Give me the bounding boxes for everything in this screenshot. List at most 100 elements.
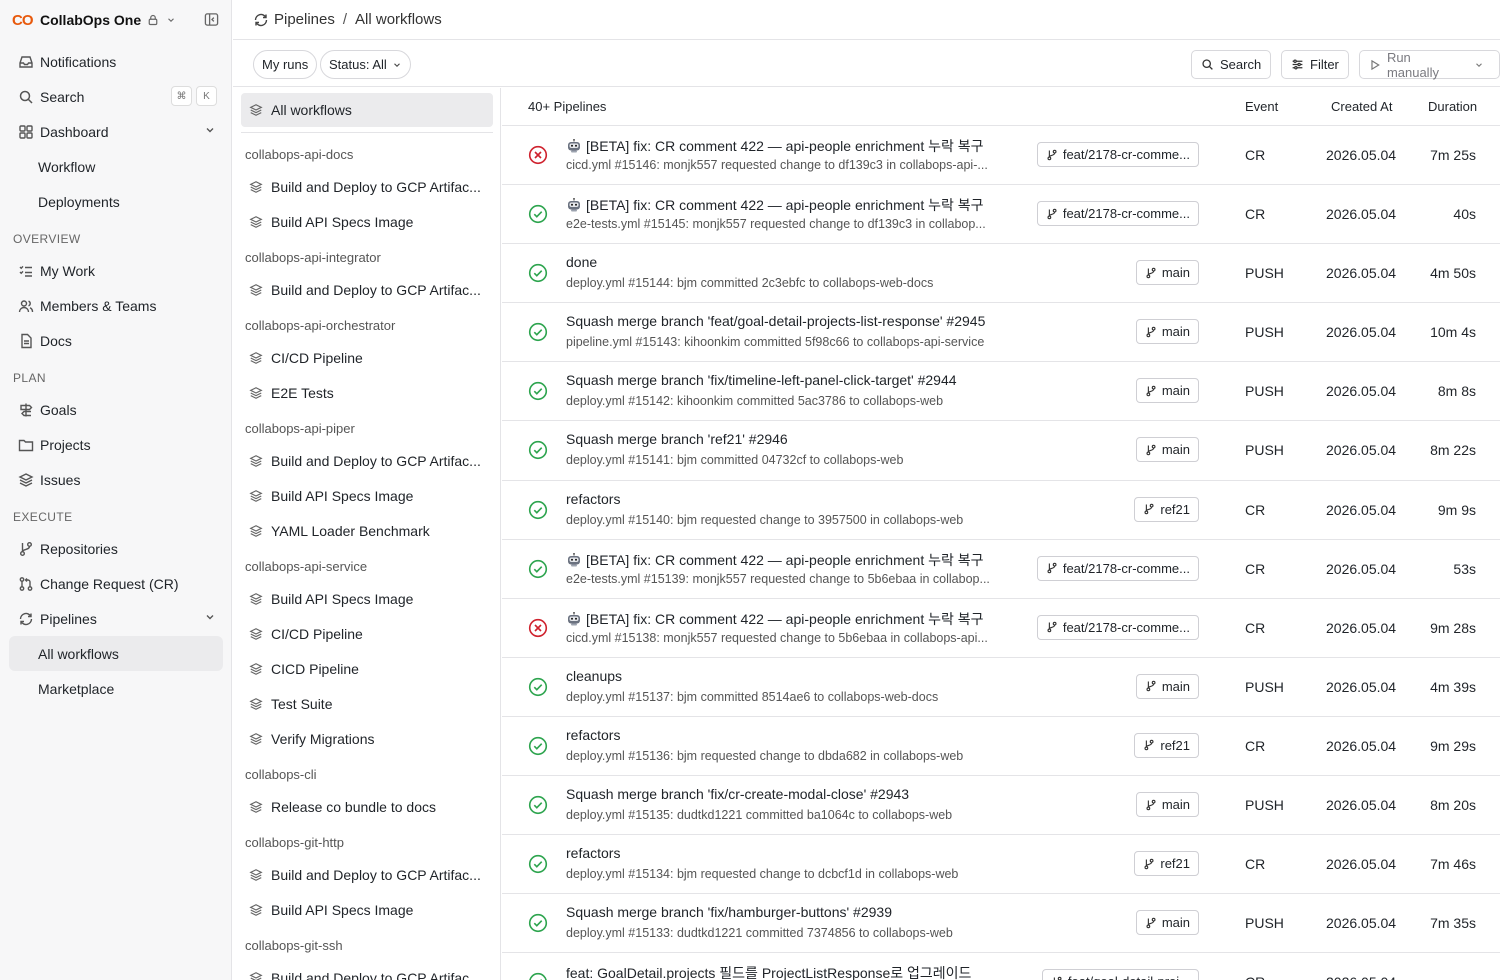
sidebar-collapse-icon[interactable]	[204, 12, 219, 27]
pipeline-title[interactable]: [BETA] fix: CR comment 422 — api-people …	[566, 195, 984, 215]
workflow-item-label: Verify Migrations	[271, 730, 375, 747]
sidebar-item-projects[interactable]: Projects	[0, 427, 232, 462]
sidebar-item-all-workflows[interactable]: All workflows	[9, 636, 223, 671]
search-button[interactable]: Search	[1191, 50, 1272, 79]
workflow-item[interactable]: Release co bundle to docs	[233, 789, 500, 824]
branch-badge[interactable]: main	[1135, 673, 1199, 699]
pipeline-title[interactable]: [BETA] fix: CR comment 422 — api-people …	[566, 550, 984, 570]
success-check-icon	[528, 323, 548, 342]
pipeline-title[interactable]: Squash merge branch 'fix/timeline-left-p…	[566, 372, 957, 388]
column-header-created-at[interactable]: Created At	[1331, 99, 1392, 114]
column-header-event[interactable]: Event	[1245, 99, 1278, 114]
workflow-item[interactable]: CICD Pipeline	[233, 651, 500, 686]
table-row[interactable]: feat: GoalDetail.projects 필드를 ProjectLis…	[502, 953, 1500, 980]
workflow-item[interactable]: Verify Migrations	[233, 721, 500, 756]
workflow-item[interactable]: Build and Deploy to GCP Artifac...	[233, 169, 500, 204]
sidebar-item-change-request[interactable]: Change Request (CR)	[0, 566, 232, 601]
pipeline-title[interactable]: cleanups	[566, 668, 622, 684]
table-row[interactable]: Squash merge branch 'fix/hamburger-butto…	[502, 894, 1500, 954]
branch-badge[interactable]: main	[1135, 910, 1199, 936]
sidebar-item-deployments[interactable]: Deployments	[0, 184, 232, 219]
workflow-item[interactable]: Test Suite	[233, 686, 500, 721]
workflow-item[interactable]: Build and Deploy to GCP Artifac...	[233, 443, 500, 478]
pipeline-title[interactable]: [BETA] fix: CR comment 422 — api-people …	[566, 609, 984, 629]
branch-badge[interactable]: ref21	[1134, 851, 1199, 877]
table-row[interactable]: Squash merge branch 'fix/timeline-left-p…	[502, 362, 1500, 422]
pipeline-subtitle: deploy.yml #15144: bjm committed 2c3ebfc…	[566, 276, 934, 291]
filter-button[interactable]: Filter	[1281, 50, 1349, 79]
status-filter-dropdown[interactable]: Status: All	[320, 50, 411, 79]
branch-badge[interactable]: main	[1135, 319, 1199, 345]
table-row[interactable]: cleanups deploy.yml #15137: bjm committed…	[502, 658, 1500, 717]
workflow-item[interactable]: Build and Deploy to GCP Artifac...	[233, 272, 500, 307]
workflow-item-label: YAML Loader Benchmark	[271, 522, 430, 539]
workspace-switcher[interactable]: CO CollabOps One	[0, 0, 232, 40]
sidebar-item-pipelines[interactable]: Pipelines	[0, 601, 232, 636]
layers-icon	[249, 697, 263, 710]
branch-badge[interactable]: main	[1135, 378, 1199, 404]
column-header-duration[interactable]: Duration	[1428, 99, 1477, 114]
workflow-item[interactable]: Build API Specs Image	[233, 892, 500, 927]
table-row[interactable]: [BETA] fix: CR comment 422 — api-people …	[502, 126, 1500, 186]
workflow-item[interactable]: Build and Deploy to GCP Artifac...	[233, 857, 500, 892]
branch-badge[interactable]: feat/2178-cr-comme...	[1036, 142, 1199, 167]
workflow-item[interactable]: E2E Tests	[233, 375, 500, 410]
table-row[interactable]: refactors deploy.yml #15136: bjm requeste…	[502, 717, 1500, 777]
table-row[interactable]: Squash merge branch 'feat/goal-detail-pr…	[502, 303, 1500, 363]
table-row[interactable]: [BETA] fix: CR comment 422 — api-people …	[502, 599, 1500, 658]
workflow-item[interactable]: Build API Specs Image	[233, 581, 500, 616]
table-row[interactable]: [BETA] fix: CR comment 422 — api-people …	[502, 185, 1500, 245]
workflow-item-all[interactable]: All workflows	[241, 93, 493, 127]
duration-cell: 10m 4s	[1430, 324, 1476, 341]
pipeline-title[interactable]: refactors	[566, 727, 620, 743]
table-row[interactable]: Squash merge branch 'ref21' #2946 deploy.…	[502, 421, 1500, 481]
table-row[interactable]: refactors deploy.yml #15140: bjm requeste…	[502, 481, 1500, 540]
table-row[interactable]: Squash merge branch 'fix/cr-create-modal…	[502, 776, 1500, 836]
branch-badge[interactable]: ref21	[1134, 732, 1199, 758]
sidebar-item-my-work[interactable]: My Work	[0, 253, 232, 288]
pipeline-title[interactable]: refactors	[566, 491, 620, 507]
branch-badge[interactable]: feat/goal-detail-proj...	[1041, 969, 1199, 980]
branch-name: main	[1161, 383, 1190, 399]
breadcrumb-pipelines[interactable]: Pipelines	[274, 11, 335, 28]
table-row[interactable]: [BETA] fix: CR comment 422 — api-people …	[502, 540, 1500, 599]
pipeline-title[interactable]: Squash merge branch 'fix/hamburger-butto…	[566, 904, 892, 920]
sidebar-item-marketplace[interactable]: Marketplace	[0, 671, 232, 706]
branch-badge[interactable]: ref21	[1134, 496, 1199, 522]
table-row[interactable]: refactors deploy.yml #15134: bjm requeste…	[502, 835, 1500, 895]
pipeline-title[interactable]: Squash merge branch 'fix/cr-create-modal…	[566, 786, 909, 802]
pipeline-title[interactable]: refactors	[566, 845, 620, 861]
run-manually-button[interactable]: Run manually	[1359, 50, 1500, 80]
workflow-item[interactable]: Build and Deploy to GCP Artifac...	[233, 960, 500, 980]
pipeline-title[interactable]: Squash merge branch 'ref21' #2946	[566, 431, 788, 447]
workflow-item[interactable]: CI/CD Pipeline	[233, 616, 500, 651]
pipeline-title[interactable]: [BETA] fix: CR comment 422 — api-people …	[566, 136, 984, 156]
sidebar-item-issues[interactable]: Issues	[0, 462, 232, 497]
sidebar-item-search[interactable]: Search ⌘ K	[0, 79, 232, 114]
branch-badge[interactable]: main	[1135, 260, 1199, 286]
sidebar-item-docs[interactable]: Docs	[0, 323, 232, 358]
pipeline-title[interactable]: feat: GoalDetail.projects 필드를 ProjectLis…	[566, 963, 971, 980]
sidebar-item-repositories[interactable]: Repositories	[0, 531, 232, 566]
branch-badge[interactable]: feat/2178-cr-comme...	[1036, 614, 1199, 640]
sidebar-item-workflow[interactable]: Workflow	[0, 149, 232, 184]
table-row[interactable]: done deploy.yml #15144: bjm committed 2c3…	[502, 244, 1500, 304]
pipeline-title[interactable]: Squash merge branch 'feat/goal-detail-pr…	[566, 313, 985, 329]
layers-icon	[249, 454, 263, 467]
sidebar-item-goals[interactable]: Goals	[0, 392, 232, 427]
workflow-item[interactable]: YAML Loader Benchmark	[233, 513, 500, 548]
success-check-icon	[528, 677, 548, 696]
branch-badge[interactable]: feat/2178-cr-comme...	[1036, 555, 1199, 581]
workflow-item[interactable]: Build API Specs Image	[233, 204, 500, 239]
sidebar-item-members-teams[interactable]: Members & Teams	[0, 288, 232, 323]
branch-badge[interactable]: feat/2178-cr-comme...	[1036, 201, 1199, 227]
sidebar-item-dashboard[interactable]: Dashboard	[0, 114, 232, 149]
pipeline-title[interactable]: done	[566, 254, 597, 270]
branch-badge[interactable]: main	[1135, 437, 1199, 463]
event-cell: CR	[1245, 619, 1266, 636]
workflow-item[interactable]: CI/CD Pipeline	[233, 340, 500, 375]
branch-badge[interactable]: main	[1135, 792, 1199, 818]
sidebar-item-notifications[interactable]: Notifications	[0, 44, 232, 79]
workflow-item[interactable]: Build API Specs Image	[233, 478, 500, 513]
my-runs-chip[interactable]: My runs	[253, 50, 318, 79]
